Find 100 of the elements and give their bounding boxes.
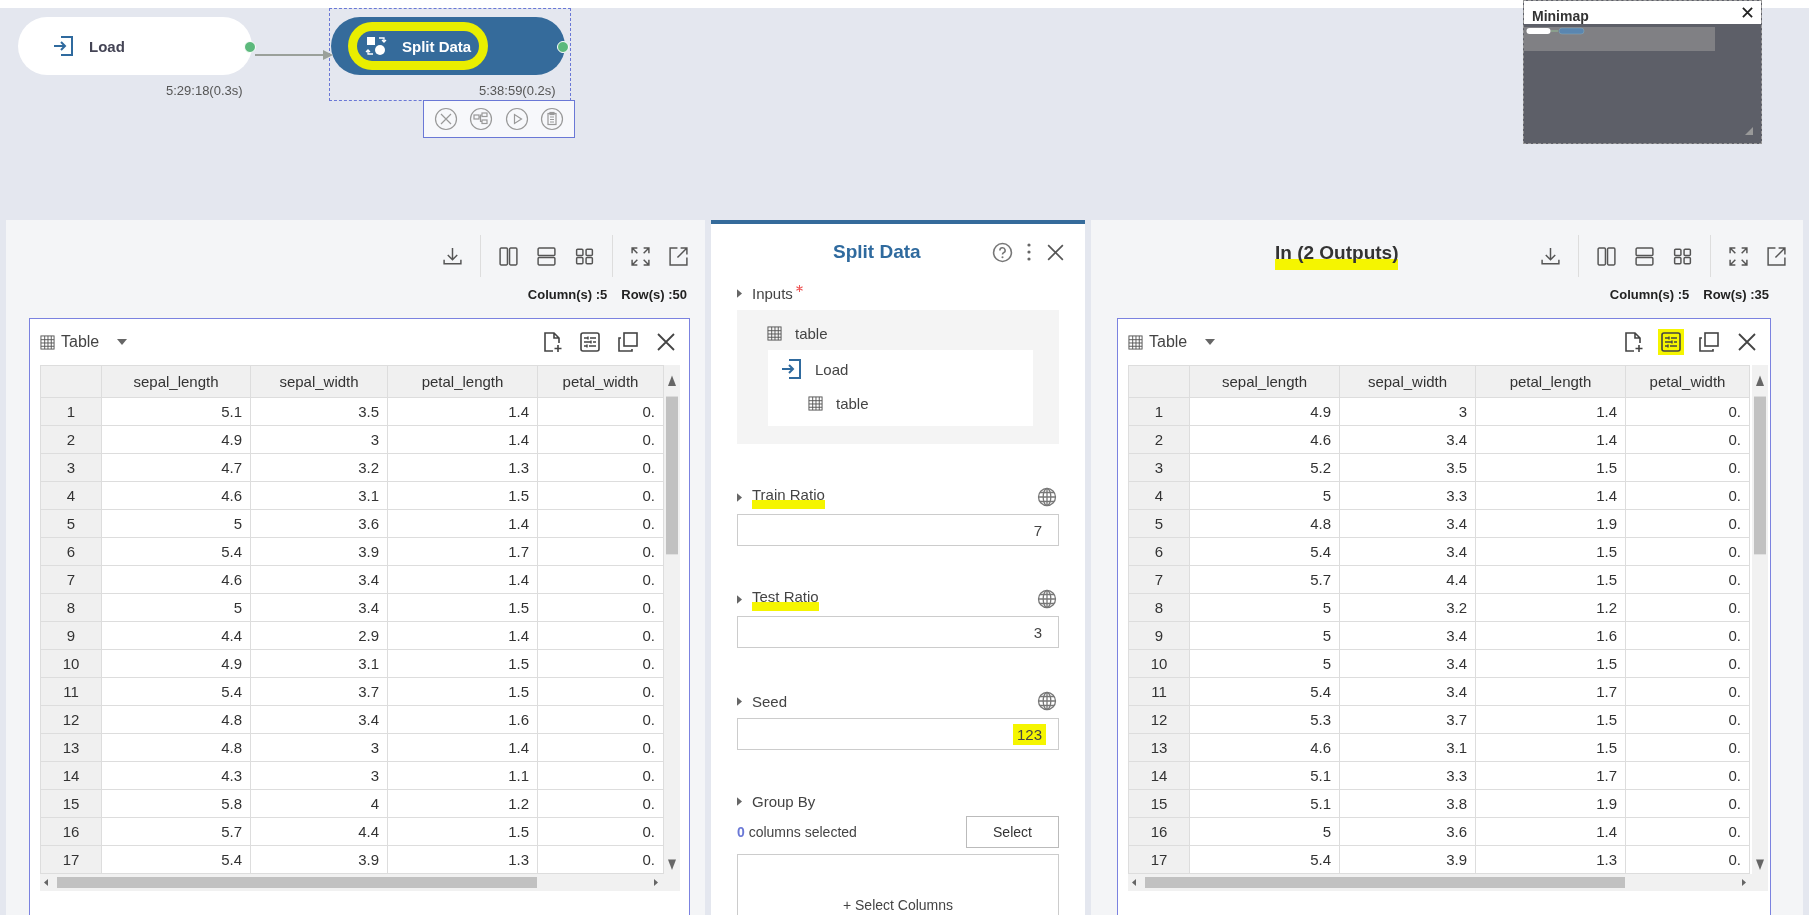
table-cell: 5 [1190, 622, 1340, 650]
input-field[interactable]: 7 [737, 514, 1059, 546]
expand-arrow-icon[interactable] [737, 796, 742, 806]
table-cell: 5 [1190, 650, 1340, 678]
play-icon[interactable] [504, 107, 529, 131]
row-number: 6 [1128, 538, 1190, 566]
select-button[interactable]: Select [966, 816, 1059, 848]
add-file-icon[interactable] [541, 331, 563, 353]
cancel-icon[interactable] [433, 107, 458, 131]
column-header[interactable]: sepal_length [102, 365, 251, 398]
input-field[interactable]: 3 [737, 616, 1059, 648]
external-link-icon[interactable] [668, 245, 689, 267]
globe-icon[interactable] [1037, 487, 1057, 507]
source-port[interactable]: table [836, 394, 869, 412]
globe-icon[interactable] [1037, 691, 1057, 711]
source-node[interactable]: Load [815, 360, 849, 378]
vertical-scrollbar[interactable] [1752, 365, 1768, 891]
table-cell: 0. [1626, 398, 1750, 426]
column-header[interactable]: petal_width [1626, 365, 1750, 398]
row-number: 16 [40, 818, 102, 846]
expand-arrow-icon[interactable] [737, 492, 742, 502]
more-icon[interactable] [1027, 243, 1031, 261]
table-cell: 3.2 [1340, 594, 1476, 622]
resize-grip-icon[interactable] [1745, 127, 1753, 135]
column-header[interactable]: petal_length [388, 365, 538, 398]
column-header[interactable]: petal_length [1476, 365, 1626, 398]
split-rows-icon[interactable] [536, 245, 557, 267]
table-cell: 4.4 [251, 818, 388, 846]
table-cell: 1.5 [1476, 706, 1626, 734]
table-cell: 4.4 [102, 622, 251, 650]
expand-arrow-icon[interactable] [737, 288, 742, 298]
view-selector[interactable]: Table [61, 333, 100, 351]
column-header[interactable]: sepal_width [251, 365, 388, 398]
table-cell: 5.8 [102, 790, 251, 818]
split-rows-icon[interactable] [1634, 245, 1655, 267]
horizontal-scrollbar[interactable] [1128, 874, 1752, 891]
split-columns-icon[interactable] [498, 245, 519, 267]
expand-icon[interactable] [1728, 245, 1749, 267]
table-cell: 1.5 [1476, 566, 1626, 594]
row-number: 1 [40, 398, 102, 426]
copy-icon[interactable] [1698, 331, 1720, 353]
table-cell: 3.6 [251, 510, 388, 538]
caret-icon[interactable] [1205, 339, 1216, 345]
horizontal-scrollbar[interactable] [40, 874, 664, 891]
table-cell: 1.4 [388, 622, 538, 650]
row-number: 10 [1128, 650, 1190, 678]
help-icon[interactable] [992, 241, 1013, 263]
clipboard-icon[interactable] [540, 107, 565, 131]
close-icon[interactable] [655, 331, 677, 353]
table-cell: 1.4 [388, 734, 538, 762]
expand-arrow-icon[interactable] [737, 696, 742, 706]
copy-icon[interactable] [617, 331, 639, 353]
grid-icon[interactable] [1672, 245, 1693, 267]
table-cell: 1.4 [388, 566, 538, 594]
table-cell: 0. [1626, 706, 1750, 734]
table-cell: 1.7 [388, 538, 538, 566]
vertical-scrollbar[interactable] [664, 365, 680, 891]
external-link-icon[interactable] [1766, 245, 1787, 267]
select-columns-link[interactable]: + Select Columns [842, 897, 954, 913]
add-file-icon[interactable] [1622, 331, 1644, 353]
output-port[interactable] [557, 41, 569, 53]
column-header[interactable]: petal_width [538, 365, 664, 398]
import-icon [780, 358, 802, 380]
close-icon[interactable] [1742, 7, 1753, 18]
hierarchy-icon[interactable] [469, 107, 494, 131]
settings-list-icon[interactable] [1660, 331, 1682, 353]
close-icon[interactable] [1736, 331, 1758, 353]
table-cell: 3.4 [251, 566, 388, 594]
input-port[interactable]: table [795, 324, 828, 342]
globe-icon[interactable] [1037, 589, 1057, 609]
table-cell: 3.3 [1340, 482, 1476, 510]
split-columns-icon[interactable] [1596, 245, 1617, 267]
grid-icon[interactable] [574, 245, 595, 267]
table-cell: 1.2 [1476, 594, 1626, 622]
row-number: 12 [1128, 706, 1190, 734]
table-cell: 5 [102, 594, 251, 622]
download-icon[interactable] [442, 245, 463, 267]
input-field[interactable]: 123 [737, 718, 1059, 750]
table-cell: 0. [1626, 538, 1750, 566]
download-icon[interactable] [1540, 245, 1561, 267]
table-cell: 1.5 [388, 594, 538, 622]
expand-icon[interactable] [630, 245, 651, 267]
minimap-viewport[interactable] [1524, 27, 1715, 51]
table-icon [1128, 334, 1143, 350]
table-cell: 0. [1626, 650, 1750, 678]
column-header[interactable]: sepal_length [1190, 365, 1340, 398]
view-selector[interactable]: Table [1149, 333, 1188, 351]
parameter-label: Seed [752, 692, 788, 710]
table-cell: 0. [1626, 426, 1750, 454]
column-header[interactable]: sepal_width [1340, 365, 1476, 398]
panel-title: Split Data [833, 241, 921, 263]
table-cell: 1.9 [1476, 790, 1626, 818]
caret-icon[interactable] [117, 339, 128, 345]
table-cell: 3.3 [1340, 762, 1476, 790]
expand-arrow-icon[interactable] [737, 594, 742, 604]
table-cell: 3.4 [251, 706, 388, 734]
table-cell: 4.3 [102, 762, 251, 790]
column-count: Column(s) :5 [527, 287, 608, 302]
table-cell: 3.6 [1340, 818, 1476, 846]
settings-list-icon[interactable] [579, 331, 601, 353]
